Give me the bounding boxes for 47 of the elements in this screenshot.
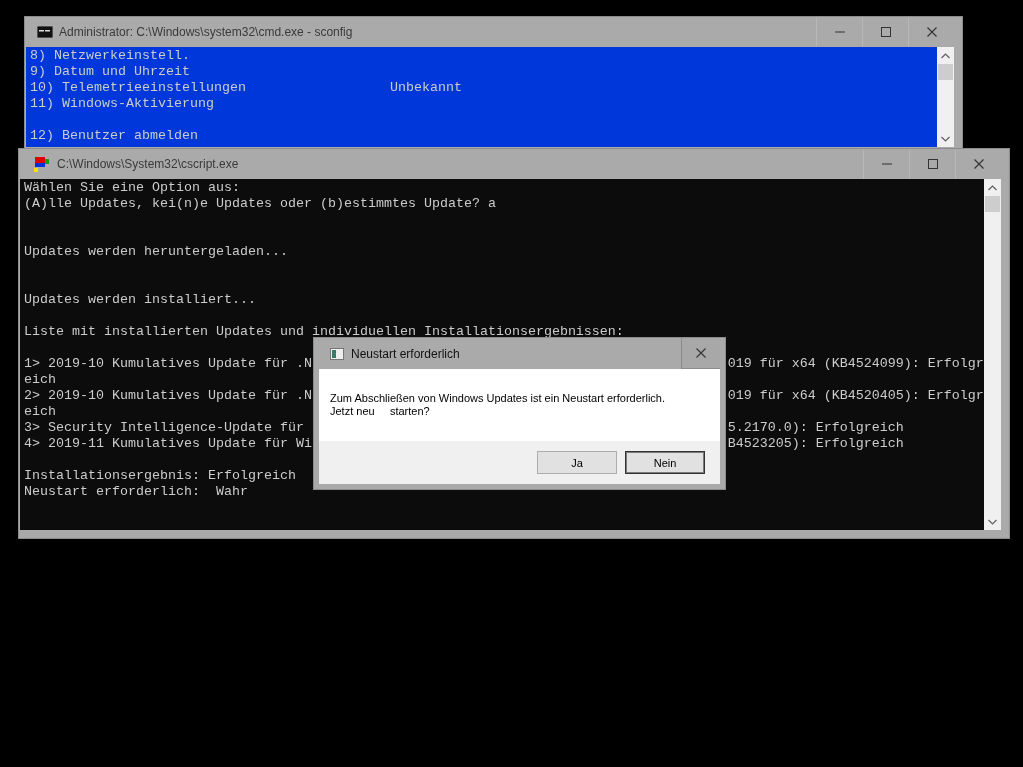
console-line: Liste mit installierten Updates und individuellen Installationsergebnissen: [24,324,624,339]
console-line: Neustart erforderlich: Wahr [24,484,248,499]
console-line: Updates werden installiert... [24,292,256,307]
console-line: B4523205): Erfolgreich [727,436,904,451]
console-line: 9) Datum und Uhrzeit [30,64,190,79]
console-line: 4> 2019-11 Kumulatives Update für Wi [24,436,312,451]
window-icon [330,347,344,360]
scroll-down-icon[interactable] [988,518,997,525]
console-line: eich [24,372,56,387]
window-title: C:\Windows\System32\cscript.exe [57,157,240,171]
script-icon [33,155,51,173]
dialog-message: Zum Abschließen von Windows Updates ist ein Neustart erforderlich. Jetzt neu starten? [330,392,666,418]
maximize-icon [927,159,938,169]
dialog-title: Neustart erforderlich [351,346,461,361]
scroll-thumb[interactable] [938,64,953,80]
scroll-thumb[interactable] [985,196,1000,212]
close-icon [973,159,984,169]
scroll-down-icon[interactable] [941,135,950,142]
console-line: eich [24,404,56,419]
console-line: Updates werden heruntergeladen... [24,244,288,259]
close-icon [926,27,937,37]
console-line: 2> 2019-10 Kumulatives Update für .N [24,388,312,403]
scrollbar[interactable] [984,179,1001,530]
console-line: 019 für x64 (KB4520405): Erfolgr [727,388,984,403]
console-line: 1> 2019-10 Kumulatives Update für .N [24,356,312,371]
console-line: 11) Windows-Aktivierung [30,96,214,111]
scrollbar[interactable] [937,47,954,147]
close-button[interactable] [681,338,720,369]
dialog-button[interactable]: Ja [537,451,617,474]
console-line: 019 für x64 (KB4524099): Erfolgr [727,356,984,371]
scroll-up-icon[interactable] [988,184,997,191]
console-line: 3> Security Intelligence-Update für [24,420,304,435]
console-icon [37,26,53,38]
console-line: Wählen Sie eine Option aus: [24,180,240,195]
console-line: 8) Netzwerkeinstell. [30,48,190,63]
close-icon [696,348,706,358]
minimize-icon [834,31,845,33]
console-line: (A)lle Updates, kei(n)e Updates oder (b)estimmtes Update? a [24,196,496,211]
console-line: 5.2170.0): Erfolgreich [727,420,904,435]
console-line: 10) Telemetrieeinstellungen Unbekannt [30,80,462,95]
dialog-button[interactable]: Nein [625,451,705,474]
minimize-icon [881,163,892,165]
window-title: Administrator: C:\Windows\system32\cmd.exe - sconfig [59,25,354,39]
maximize-icon [880,27,891,37]
scroll-up-icon[interactable] [941,52,950,59]
console-line: Installationsergebnis: Erfolgreich [24,468,296,483]
console-line: 12) Benutzer abmelden [30,128,198,143]
